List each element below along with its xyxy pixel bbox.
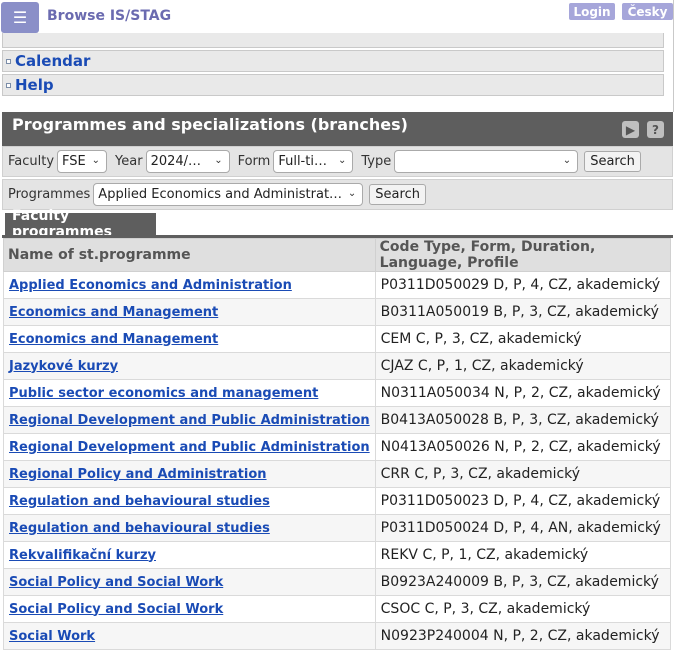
programme-link[interactable]: Regional Policy and Administration [9, 467, 267, 482]
programme-link[interactable]: Economics and Management [9, 305, 218, 320]
nav-item-label[interactable]: Help [15, 76, 54, 94]
programme-link[interactable]: Regional Development and Public Administ… [9, 413, 370, 428]
next-icon[interactable]: ▶ [622, 121, 639, 138]
table-header-row: Name of st.programme Code Type, Form, Du… [3, 238, 672, 272]
year-select[interactable]: 2024/2025 ⌄ [145, 150, 230, 173]
form-select[interactable]: Full-time ⌄ [273, 150, 354, 173]
filter-row-programmes: Programmes Applied Economics and Adminis… [2, 179, 673, 210]
programmes-select[interactable]: Applied Economics and Administration - D… [93, 183, 364, 206]
navigation-menu: Calendar Help [2, 28, 664, 98]
bullet-icon [6, 59, 11, 64]
app-title[interactable]: Browse IS/STAG [47, 8, 171, 24]
filter-row-primary: Faculty FSE ⌄ Year 2024/2025 ⌄ Form Full… [2, 146, 673, 177]
programme-link[interactable]: Public sector economics and management [9, 386, 318, 401]
programme-code: P0311D050029 D, P, 4, CZ, akademický [374, 271, 672, 299]
table-row: Social Work N0923P240004 N, P, 2, CZ, aka… [3, 622, 672, 650]
programme-code: CJAZ C, P, 1, CZ, akademický [374, 352, 672, 380]
programmes-search-button[interactable]: Search [369, 184, 426, 205]
table-row: Regulation and behavioural studies P0311D… [3, 514, 672, 542]
programmes-table: Name of st.programme Code Type, Form, Du… [3, 238, 672, 650]
programme-code: N0311A050034 N, P, 2, CZ, akademický [374, 379, 672, 407]
type-select[interactable]: ⌄ [394, 150, 579, 173]
programme-code: P0311D050024 D, P, 4, AN, akademický [374, 514, 672, 542]
programme-link[interactable]: Rekvalifikační kurzy [9, 548, 156, 563]
programme-code: CSOC C, P, 3, CZ, akademický [374, 595, 672, 623]
nav-item-label[interactable]: Calendar [15, 52, 90, 70]
programme-code: N0923P240004 N, P, 2, CZ, akademický [374, 622, 672, 650]
programme-link[interactable]: Regional Development and Public Administ… [9, 440, 370, 455]
type-label: Type [361, 154, 392, 169]
search-button[interactable]: Search [584, 151, 641, 172]
programmes-label: Programmes [8, 187, 91, 202]
nav-item-help[interactable]: Help [2, 74, 664, 96]
programme-link[interactable]: Social Policy and Social Work [9, 602, 223, 617]
programme-link[interactable]: Economics and Management [9, 332, 218, 347]
help-icon[interactable]: ? [647, 121, 664, 138]
programme-link[interactable]: Social Policy and Social Work [9, 575, 223, 590]
programme-code: CRR C, P, 3, CZ, akademický [374, 460, 672, 488]
table-row: Regional Development and Public Administ… [3, 406, 672, 434]
faculty-select[interactable]: FSE ⌄ [57, 150, 108, 173]
programme-code: P0311D050023 D, P, 4, CZ, akademický [374, 487, 672, 515]
language-button[interactable]: Česky [622, 3, 673, 20]
chevron-down-icon: ⌄ [337, 155, 347, 166]
programme-code: N0413A050026 N, P, 2, CZ, akademický [374, 433, 672, 461]
programme-link[interactable]: Regulation and behavioural studies [9, 494, 270, 509]
programme-code: B0311A050019 B, P, 3, CZ, akademický [374, 298, 672, 326]
bullet-icon [6, 83, 11, 88]
login-button[interactable]: Login [569, 3, 615, 20]
table-row: Economics and Management CEM C, P, 3, CZ,… [3, 325, 672, 353]
table-row: Social Policy and Social Work B0923A24000… [3, 568, 672, 596]
table-row: Regulation and behavioural studies P0311D… [3, 487, 672, 515]
table-row: Regional Development and Public Administ… [3, 433, 672, 461]
programme-code: CEM C, P, 3, CZ, akademický [374, 325, 672, 353]
page-title: Programmes and specializations (branches… [12, 115, 408, 134]
programme-code: B0923A240009 B, P, 3, CZ, akademický [374, 568, 672, 596]
table-row: Social Policy and Social Work CSOC C, P, … [3, 595, 672, 623]
table-row: Public sector economics and management N0… [3, 379, 672, 407]
table-row: Rekvalifikační kurzy REKV C, P, 1, CZ, ak… [3, 541, 672, 569]
table-row: Regional Policy and Administration CRR C,… [3, 460, 672, 488]
year-label: Year [115, 154, 143, 169]
table-row: Applied Economics and Administration P031… [3, 271, 672, 299]
column-header-code[interactable]: Code Type, Form, Duration, Language, Pro… [374, 238, 672, 272]
chevron-down-icon: ⌄ [91, 155, 101, 166]
table-row: Economics and Management B0311A050019 B, … [3, 298, 672, 326]
programme-link[interactable]: Regulation and behavioural studies [9, 521, 270, 536]
top-bar: ☰ Browse IS/STAG Login Česky [0, 0, 674, 33]
nav-item-calendar[interactable]: Calendar [2, 50, 664, 72]
column-header-name[interactable]: Name of st.programme [3, 238, 376, 272]
table-row: Jazykové kurzy CJAZ C, P, 1, CZ, akademic… [3, 352, 672, 380]
section-header: Programmes and specializations (branches… [2, 112, 673, 146]
chevron-down-icon: ⌄ [214, 155, 223, 166]
chevron-down-icon: ⌄ [347, 188, 357, 199]
tab-faculty-programmes[interactable]: Faculty programmes [5, 208, 156, 240]
hamburger-icon[interactable]: ☰ [1, 2, 39, 33]
chevron-down-icon: ⌄ [562, 155, 572, 166]
programme-code: REKV C, P, 1, CZ, akademický [374, 541, 672, 569]
programmes-value: Applied Economics and Administration - D… [98, 187, 359, 202]
programme-link[interactable]: Jazykové kurzy [9, 359, 118, 374]
programme-link[interactable]: Social Work [9, 629, 95, 644]
programme-link[interactable]: Applied Economics and Administration [9, 278, 292, 293]
faculty-label: Faculty [8, 154, 55, 169]
form-label: Form [237, 154, 271, 169]
programme-code: B0413A050028 B, P, 3, CZ, akademický [374, 406, 672, 434]
